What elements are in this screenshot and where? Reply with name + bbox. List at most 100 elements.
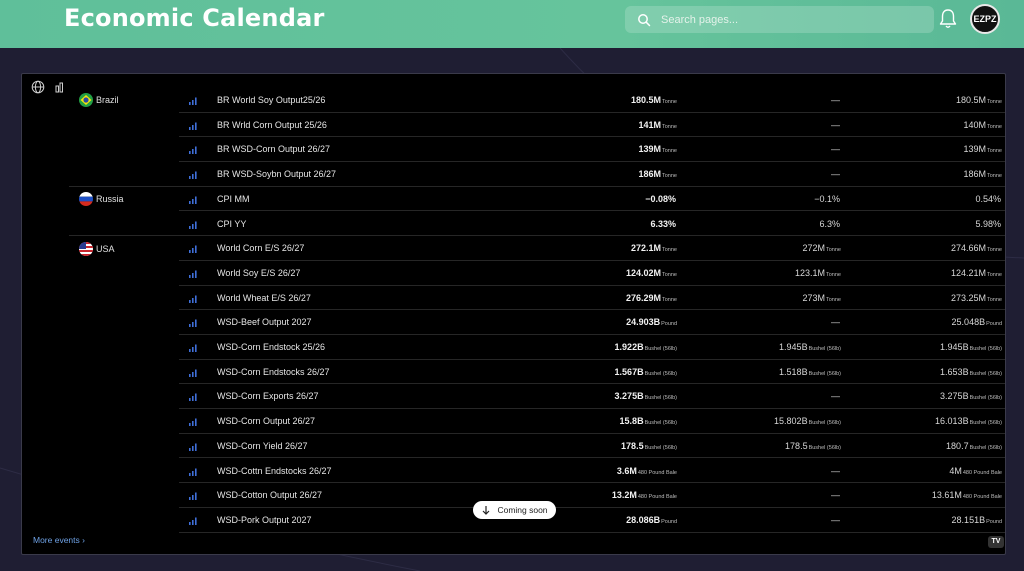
event-name[interactable]: CPI MM xyxy=(217,187,250,211)
table-row[interactable]: World Wheat E/S 26/27 276.29MTonne 273MTon… xyxy=(22,286,1005,311)
actual-value-suffix: B xyxy=(637,391,644,402)
importance-bars-icon xyxy=(189,369,197,377)
table-row[interactable]: BR WSD-Soybn Output 26/27 186MTonne —186MT… xyxy=(22,162,1005,187)
forecast-value-number: 1.518 xyxy=(779,366,802,377)
prior-value-number: 1.945 xyxy=(940,342,963,352)
prior-value-suffix: B xyxy=(962,391,969,402)
event-name[interactable]: WSD-Pork Output 2027 xyxy=(217,508,312,532)
actual-value: 178.5Bushel (56lb) xyxy=(621,434,677,460)
actual-value-unit: Tonne xyxy=(662,173,677,180)
table-row[interactable]: WSD-Beef Output 2027 24.903BPound —25.048B… xyxy=(22,310,1005,336)
actual-value-number: 15.8 xyxy=(619,416,638,427)
prior-value-unit: 480 Pound Bale xyxy=(962,494,1002,501)
event-name[interactable]: BR WSD-Soybn Output 26/27 xyxy=(217,162,336,186)
forecast-value: — xyxy=(831,508,841,534)
forecast-value: 123.1MTonne xyxy=(795,261,841,287)
forecast-value-number: — xyxy=(831,144,840,155)
search-input[interactable] xyxy=(661,13,911,26)
actual-value-number: 272.1 xyxy=(630,243,654,254)
prior-value-unit: Bushel (56lb) xyxy=(969,370,1002,377)
actual-value-unit: Tonne xyxy=(662,296,677,303)
more-events-link[interactable]: More events › xyxy=(33,535,85,545)
prior-value: 124.21MTonne xyxy=(951,261,1002,287)
importance-bars-icon xyxy=(189,492,197,501)
actual-value-suffix: M xyxy=(653,292,662,303)
table-row[interactable]: BR WSD-Corn Output 26/27 139MTonne —139MTo… xyxy=(22,137,1005,163)
table-row[interactable]: Russia CPI MM −0.08% −0.1% 0.54% xyxy=(22,187,1005,212)
event-name[interactable]: BR World Soy Output25/26 xyxy=(217,88,325,112)
event-name[interactable]: WSD-Beef Output 2027 xyxy=(217,310,312,334)
actual-value-unit: Bushel (56lb) xyxy=(644,444,677,451)
table-row[interactable]: WSD-Corn Yield 26/27 178.5Bushel (56lb) 17… xyxy=(22,434,1005,460)
prior-value-unit: Bushel (56lb) xyxy=(969,346,1002,352)
event-name[interactable]: WSD-Corn Endstock 25/26 xyxy=(217,335,325,359)
prior-value-suffix: M xyxy=(978,95,987,105)
actual-value-suffix: B xyxy=(637,366,644,377)
importance-bars-icon xyxy=(189,171,197,180)
actual-value-suffix: M xyxy=(629,490,637,501)
actual-value-number: 178.5 xyxy=(621,440,644,451)
table-row[interactable]: World Soy E/S 26/27 124.02MTonne 123.1MTon… xyxy=(22,261,1005,287)
search-box[interactable] xyxy=(625,6,934,33)
forecast-value-unit: Tonne xyxy=(826,271,841,278)
forecast-value-suffix: % xyxy=(831,218,840,229)
actual-value-number: −0.08 xyxy=(645,193,668,204)
event-name[interactable]: WSD-Corn Yield 26/27 xyxy=(217,434,308,458)
page-title: Economic Calendar xyxy=(64,4,325,32)
prior-value-number: 274.66 xyxy=(950,243,979,254)
prior-value-suffix: % xyxy=(992,218,1001,229)
event-name[interactable]: WSD-Corn Endstocks 26/27 xyxy=(217,360,330,384)
event-name[interactable]: CPI YY xyxy=(217,212,246,236)
event-name[interactable]: World Corn E/S 26/27 xyxy=(217,236,304,260)
forecast-value-number: 6.3 xyxy=(819,218,832,229)
prior-value-number: 124.21 xyxy=(950,267,979,278)
actual-value-number: 13.2 xyxy=(611,490,630,501)
actual-value-number: 6.33 xyxy=(650,218,668,229)
table-row[interactable]: USA World Corn E/S 26/27 272.1MTonne 272MTo… xyxy=(22,236,1005,261)
event-name[interactable]: WSD-Corn Exports 26/27 xyxy=(217,384,319,408)
forecast-value-number: — xyxy=(831,465,840,476)
event-name[interactable]: BR WSD-Corn Output 26/27 xyxy=(217,137,330,161)
event-name[interactable]: BR Wrld Corn Output 25/26 xyxy=(217,113,327,137)
event-name[interactable]: World Soy E/S 26/27 xyxy=(217,261,300,285)
prior-value-number: 180.5 xyxy=(955,95,979,105)
actual-value-suffix: M xyxy=(653,144,662,155)
actual-value-suffix: M xyxy=(653,243,662,254)
forecast-value-number: 272 xyxy=(802,243,818,254)
forecast-value-number: — xyxy=(831,317,840,328)
prior-value-number: 3.275 xyxy=(940,391,963,402)
event-name[interactable]: WSD-Cotton Output 26/27 xyxy=(217,483,322,507)
event-name[interactable]: World Wheat E/S 26/27 xyxy=(217,286,311,310)
importance-bars-icon xyxy=(189,443,197,451)
table-row[interactable]: BR Wrld Corn Output 25/26 141MTonne —140MT… xyxy=(22,113,1005,138)
event-name[interactable]: WSD-Corn Output 26/27 xyxy=(217,409,315,433)
prior-value: 25.048BPound xyxy=(952,310,1002,336)
table-row[interactable]: WSD-Corn Output 26/27 15.8BBushel (56lb) 1… xyxy=(22,409,1005,434)
coming-soon-button[interactable]: Coming soon xyxy=(473,501,556,519)
table-row[interactable]: CPI YY 6.33% 6.3% 5.98% xyxy=(22,212,1005,237)
importance-bars-icon xyxy=(189,393,197,402)
forecast-value-number: — xyxy=(831,490,840,501)
prior-value: 1.945BBushel (56lb) xyxy=(940,335,1002,361)
avatar[interactable]: EZPZ xyxy=(970,4,1000,34)
forecast-value: — xyxy=(831,483,841,509)
table-row[interactable]: WSD-Cottn Endstocks 26/27 3.6M480 Pound B… xyxy=(22,459,1005,484)
importance-bars-icon xyxy=(189,517,197,525)
table-row[interactable]: WSD-Corn Exports 26/27 3.275BBushel (56lb… xyxy=(22,384,1005,410)
event-name[interactable]: WSD-Cottn Endstocks 26/27 xyxy=(217,459,332,483)
prior-value: 1.653BBushel (56lb) xyxy=(940,360,1002,386)
table-row[interactable]: Brazil BR World Soy Output25/26 180.5MTonn… xyxy=(22,88,1005,114)
forecast-value-unit: Bushel (56lb) xyxy=(808,444,841,451)
actual-value-unit: Tonne xyxy=(662,148,677,155)
actual-value: 180.5MTonne xyxy=(631,88,677,114)
bell-icon[interactable] xyxy=(938,8,958,30)
forecast-value: — xyxy=(831,310,841,336)
table-row[interactable]: WSD-Corn Endstocks 26/27 1.567BBushel (56… xyxy=(22,360,1005,386)
top-bar: Economic Calendar EZPZ xyxy=(0,0,1024,48)
forecast-value: — xyxy=(831,384,841,410)
prior-value-number: 180.7 xyxy=(946,440,969,451)
prior-value-suffix: M xyxy=(978,144,987,155)
actual-value-number: 3.275 xyxy=(614,391,638,402)
table-row[interactable]: WSD-Corn Endstock 25/26 1.922BBushel (56l… xyxy=(22,335,1005,361)
prior-value: 180.5MTonne xyxy=(956,88,1002,114)
